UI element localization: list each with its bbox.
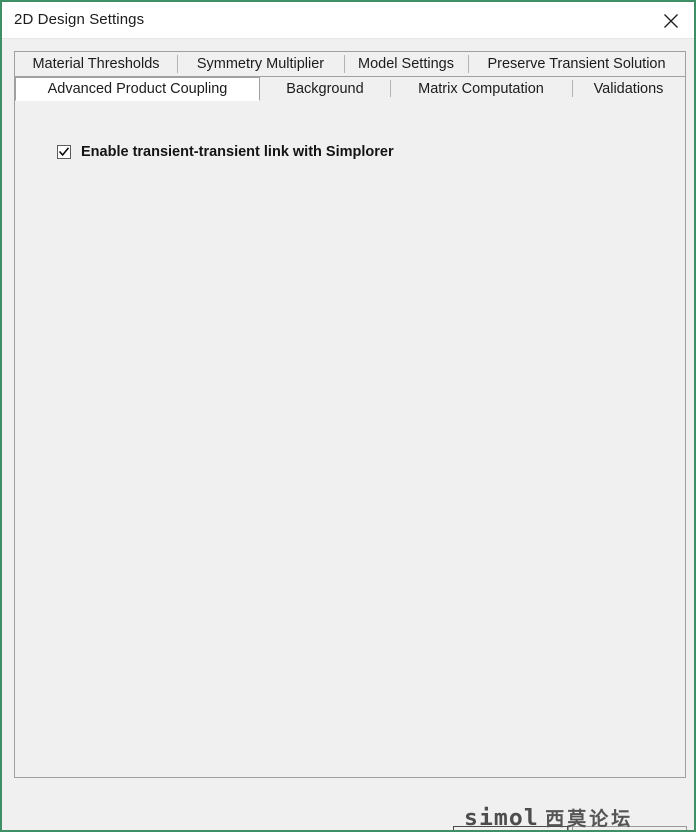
tab-advanced-product-coupling[interactable]: Advanced Product Coupling bbox=[15, 77, 260, 101]
tab-label: Matrix Computation bbox=[418, 80, 544, 97]
title-bar: 2D Design Settings bbox=[2, 2, 694, 39]
tab-symmetry-multiplier[interactable]: Symmetry Multiplier bbox=[177, 52, 344, 76]
tab-label: Validations bbox=[593, 80, 664, 97]
enable-transient-link-checkbox-row[interactable]: Enable transient-transient link with Sim… bbox=[57, 144, 394, 160]
enable-transient-link-label: Enable transient-transient link with Sim… bbox=[81, 144, 394, 160]
tab-label: Material Thresholds bbox=[32, 56, 160, 72]
tab-label: Symmetry Multiplier bbox=[196, 56, 325, 72]
tab-label: Background bbox=[286, 80, 364, 97]
tab-material-thresholds[interactable]: Material Thresholds bbox=[15, 52, 177, 76]
tab-row-bottom: Advanced Product Coupling Background Mat… bbox=[14, 76, 686, 101]
page-title: 2D Design Settings bbox=[14, 11, 145, 28]
enable-transient-link-checkbox[interactable] bbox=[57, 145, 71, 159]
tab-model-settings[interactable]: Model Settings bbox=[344, 52, 468, 76]
tab-matrix-computation[interactable]: Matrix Computation bbox=[390, 77, 572, 100]
tab-label: Preserve Transient Solution bbox=[487, 56, 666, 72]
tab-validations[interactable]: Validations bbox=[572, 77, 685, 100]
tab-strip: Material Thresholds Symmetry Multiplier … bbox=[14, 51, 686, 101]
tab-label: Model Settings bbox=[358, 56, 454, 72]
dialog-window: 2D Design Settings Material Thresholds S… bbox=[0, 0, 696, 832]
tab-row-top: Material Thresholds Symmetry Multiplier … bbox=[14, 51, 686, 76]
tab-preserve-transient-solution[interactable]: Preserve Transient Solution bbox=[468, 52, 685, 76]
close-button[interactable] bbox=[648, 2, 694, 37]
dialog-body: Material Thresholds Symmetry Multiplier … bbox=[4, 39, 694, 830]
cancel-button[interactable]: 取消 bbox=[572, 826, 687, 830]
tab-content-panel: Enable transient-transient link with Sim… bbox=[14, 100, 686, 778]
ok-button[interactable]: 确定 bbox=[453, 826, 568, 830]
tab-background[interactable]: Background bbox=[260, 77, 390, 100]
tab-label: Advanced Product Coupling bbox=[47, 81, 228, 97]
